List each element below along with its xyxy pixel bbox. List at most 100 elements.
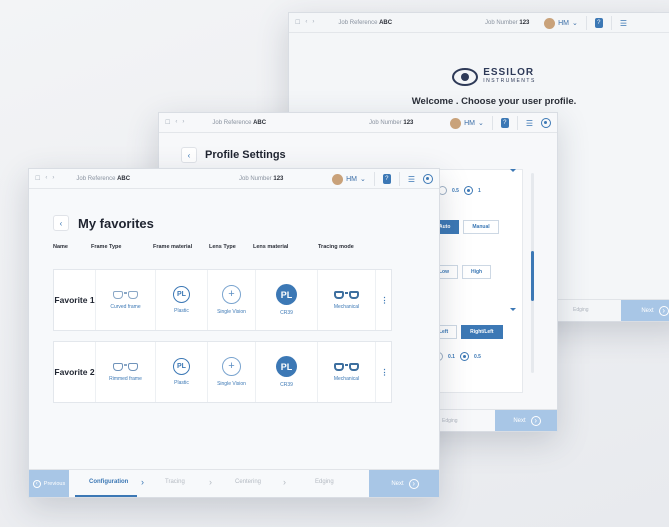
tracing-mode-label: Mechanical xyxy=(333,375,360,382)
step-edging: Edging xyxy=(573,307,589,313)
step-tracing[interactable]: Tracing xyxy=(165,479,185,485)
right-left-option[interactable]: Right/Left xyxy=(461,325,503,339)
next-button[interactable]: Next › xyxy=(495,410,557,431)
user-menu[interactable]: HM ⌄ xyxy=(450,117,484,129)
back-arrow-icon[interactable]: ‹ xyxy=(305,19,307,26)
chevron-down-icon: ⌄ xyxy=(477,120,484,127)
frame-material-label: Plastic xyxy=(174,380,189,386)
tracing-mode-cell: Mechanical xyxy=(317,270,375,330)
frame-material-cell: PL Plastic xyxy=(155,270,207,330)
title-bar-actions: HM ⌄ ? ☰ xyxy=(450,113,551,133)
menu-icon[interactable]: ☰ xyxy=(526,119,533,128)
title-bar: ☐ ‹ › Job Reference ABC Job Number 123 H… xyxy=(29,169,439,189)
job-reference-value: ABC xyxy=(379,19,393,26)
radio-label: 1 xyxy=(477,187,481,194)
frame-material-cell: PL Plastic xyxy=(155,342,207,402)
more-options-icon[interactable]: ⋮ xyxy=(381,296,389,305)
essilor-mini-logo-icon xyxy=(423,174,433,184)
single-vision-icon: + xyxy=(222,357,241,376)
scrollbar-thumb[interactable] xyxy=(531,251,534,301)
radio-option-selected[interactable] xyxy=(459,352,469,361)
back-button[interactable]: ‹ xyxy=(181,147,197,163)
plastic-icon: PL xyxy=(173,286,190,303)
favorite-card[interactable]: Favorite 1 Curved frame PL Plastic + Sin… xyxy=(53,269,392,331)
high-option[interactable]: High xyxy=(462,265,492,279)
welcome-message: Welcome . Choose your user profile. xyxy=(411,96,577,107)
job-number-value: 123 xyxy=(519,19,530,26)
forward-arrow-icon[interactable]: › xyxy=(182,119,184,126)
chevron-down-icon: ⌄ xyxy=(359,176,366,183)
essilor-logo: ESSILOR INSTRUMENTS xyxy=(409,68,579,86)
tracing-mode-label: Mechanical xyxy=(333,303,360,310)
scrollbar[interactable] xyxy=(531,173,534,373)
lens-type-cell: + Single Vision xyxy=(207,342,255,402)
window-nav: ☐ ‹ › xyxy=(35,175,54,182)
back-arrow-icon[interactable]: ‹ xyxy=(45,175,47,182)
radio-label: 0.5 xyxy=(473,353,481,360)
manual-option[interactable]: Manual xyxy=(463,220,499,234)
job-reference-value: ABC xyxy=(253,119,267,126)
cr39-icon: PL xyxy=(276,284,297,305)
favorite-card[interactable]: Favorite 2 Rimmed frame PL Plastic + Sin… xyxy=(53,341,392,403)
curved-frame-icon xyxy=(113,290,138,299)
previous-button[interactable]: ‹ Previous xyxy=(29,470,69,497)
next-label: Next xyxy=(391,481,404,487)
menu-icon[interactable]: ☰ xyxy=(408,175,415,184)
column-tracing-mode: Tracing mode xyxy=(318,244,354,250)
next-button[interactable]: Next › xyxy=(621,300,669,321)
forward-arrow-icon[interactable]: › xyxy=(312,19,314,26)
step-centering[interactable]: Centering xyxy=(235,479,261,485)
lens-type-label: Single Vision xyxy=(217,381,246,387)
window-icon[interactable]: ☐ xyxy=(165,119,170,126)
step-configuration[interactable]: Configuration xyxy=(89,479,128,485)
mechanical-icon xyxy=(334,362,359,371)
divider xyxy=(491,116,493,130)
divider xyxy=(610,16,612,30)
column-lens-material: Lens material xyxy=(253,244,289,250)
window-icon[interactable]: ☐ xyxy=(35,175,40,182)
title-bar-actions: HM ⌄ ? ☰ xyxy=(544,13,627,33)
stepper-footer: ‹ Previous Configuration › Tracing › Cent… xyxy=(29,469,439,497)
chevron-down-icon: ⌄ xyxy=(571,20,578,27)
next-button[interactable]: Next › xyxy=(369,470,439,497)
frame-type-cell: Curved frame xyxy=(95,270,155,330)
radio-option-selected[interactable] xyxy=(463,186,473,195)
lens-material-cell: PL CR39 xyxy=(255,270,317,330)
help-icon[interactable]: ? xyxy=(500,118,509,128)
rimmed-frame-icon xyxy=(113,362,138,371)
user-menu[interactable]: HM ⌄ xyxy=(332,173,366,185)
divider xyxy=(373,172,375,186)
arrow-right-icon: › xyxy=(408,479,419,489)
back-button[interactable]: ‹ xyxy=(53,215,69,231)
menu-icon[interactable]: ☰ xyxy=(620,19,627,28)
chevron-down-icon[interactable] xyxy=(510,169,516,172)
job-number-label: Job Number xyxy=(369,119,402,126)
lens-type-cell: + Single Vision xyxy=(207,270,255,330)
lens-material-cell: PL CR39 xyxy=(255,342,317,402)
column-frame-type: Frame Type xyxy=(91,244,122,250)
back-arrow-icon[interactable]: ‹ xyxy=(175,119,177,126)
title-bar-actions: HM ⌄ ? ☰ xyxy=(332,169,433,189)
settings-panel: 0.5 1 Auto Manual Low High Left Right/Le… xyxy=(430,169,523,393)
help-icon[interactable]: ? xyxy=(382,174,391,184)
forward-arrow-icon[interactable]: › xyxy=(52,175,54,182)
window-nav: ☐ ‹ › xyxy=(295,19,314,26)
chevron-down-icon[interactable] xyxy=(510,308,516,311)
job-reference: Job Reference ABC xyxy=(76,176,130,182)
divider xyxy=(516,116,518,130)
job-reference: Job Reference ABC xyxy=(212,120,266,126)
job-reference: Job Reference ABC xyxy=(338,20,392,26)
job-number-value: 123 xyxy=(273,175,284,182)
more-options-icon[interactable]: ⋮ xyxy=(381,368,389,377)
job-number-label: Job Number xyxy=(239,175,272,182)
title-bar: ☐ ‹ › Job Reference ABC Job Number 123 H… xyxy=(289,13,669,33)
window-icon[interactable]: ☐ xyxy=(295,19,300,26)
help-icon[interactable]: ? xyxy=(594,18,603,28)
next-label: Next xyxy=(641,308,654,314)
divider xyxy=(585,16,587,30)
window-nav: ☐ ‹ › xyxy=(165,119,184,126)
radio-group-precision: 0.1 0.5 xyxy=(434,352,481,361)
user-menu[interactable]: HM ⌄ xyxy=(544,17,578,29)
radio-label: 0.1 xyxy=(448,353,455,360)
step-edging[interactable]: Edging xyxy=(315,479,334,485)
